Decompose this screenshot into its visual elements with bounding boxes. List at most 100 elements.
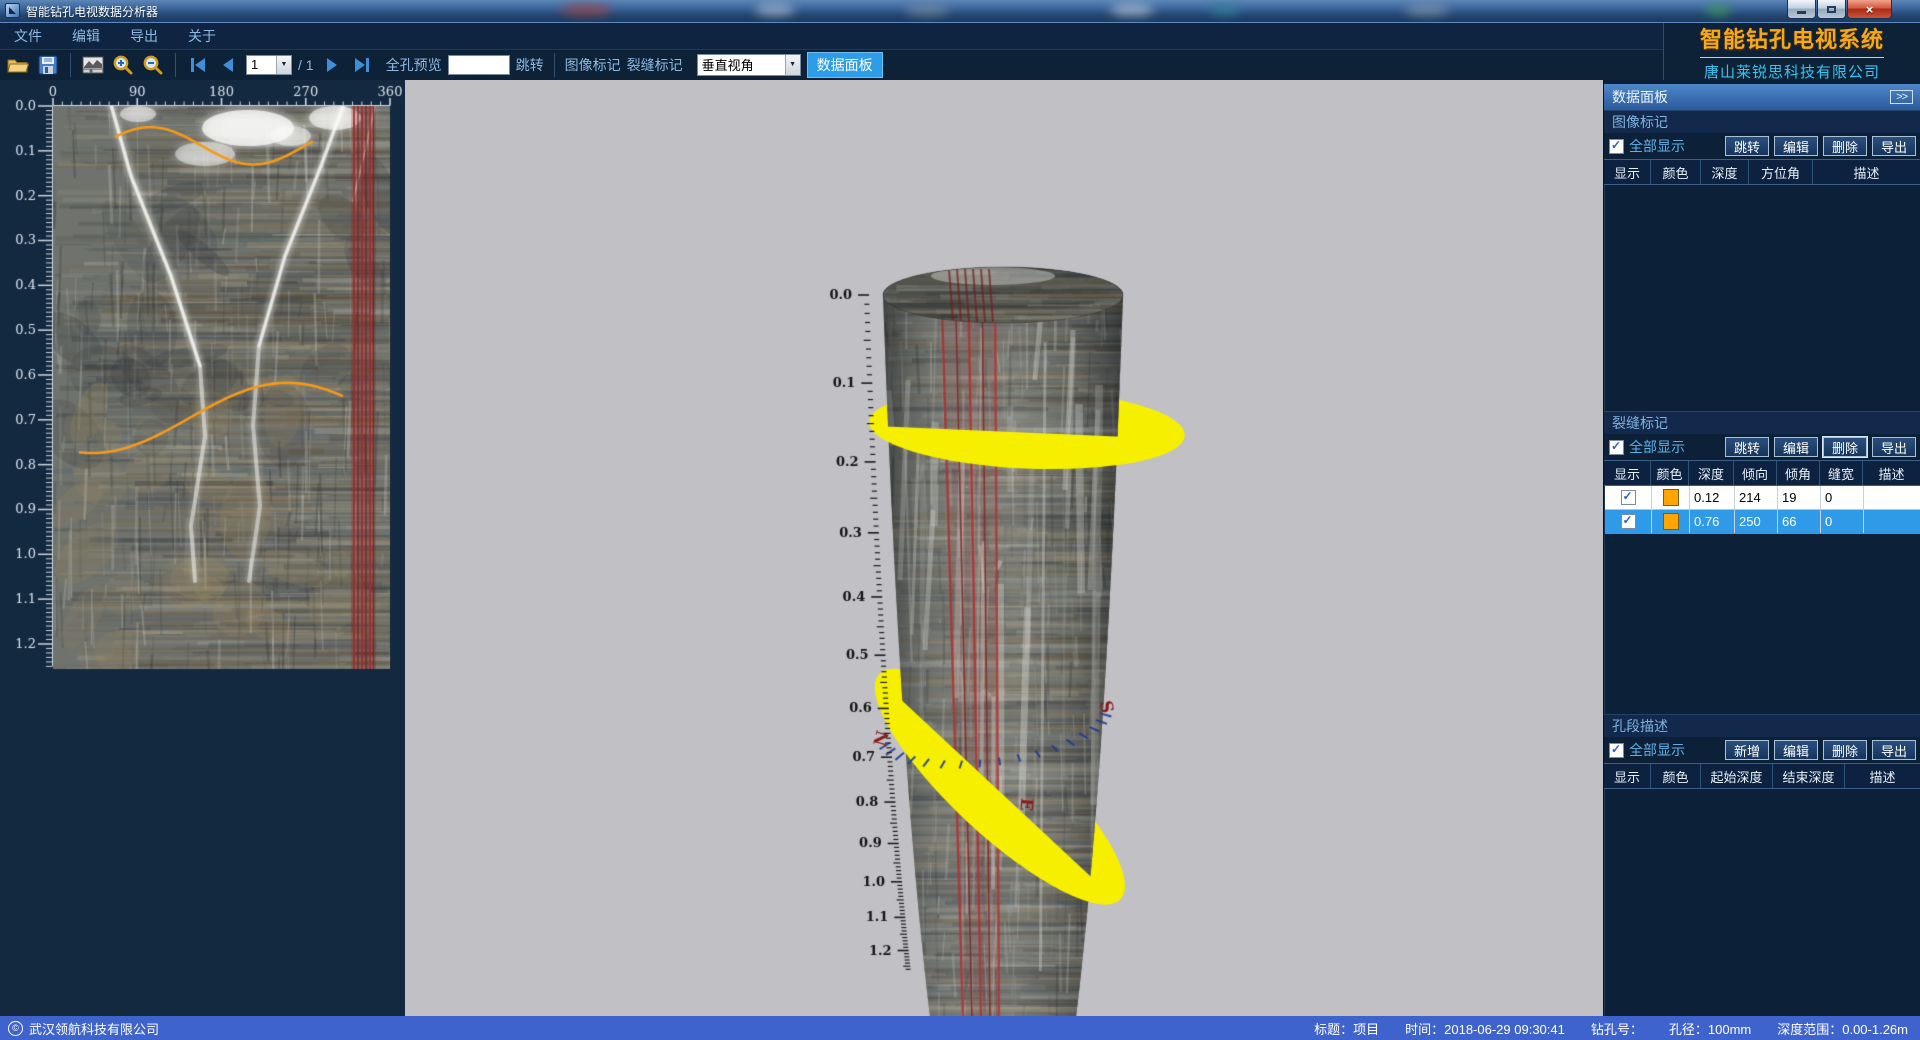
hole-sections-delete-button[interactable]: 删除 (1823, 740, 1867, 760)
page-select[interactable]: 1 ▼ (246, 55, 292, 75)
column-header: 描述 (1845, 764, 1920, 788)
open-file-button[interactable] (6, 53, 30, 77)
image-markers-show-all-checkbox[interactable] (1609, 139, 1624, 154)
toolbar-separator (70, 53, 71, 77)
menu-export[interactable]: 导出 (130, 26, 158, 46)
table-row[interactable]: 0.12214190 (1605, 486, 1920, 510)
menubar: 文件 编辑 导出 关于 (0, 23, 1663, 50)
viewer-3d-panel (405, 80, 1603, 1016)
save-button[interactable] (36, 53, 60, 77)
borehole-unrolled-view[interactable] (0, 80, 405, 1017)
column-header: 方位角 (1749, 160, 1813, 184)
image-markers-edit-button[interactable]: 编辑 (1774, 136, 1818, 156)
fracture-markers-export-button[interactable]: 导出 (1872, 437, 1916, 457)
first-page-button[interactable] (186, 53, 210, 77)
row-color-swatch[interactable] (1663, 513, 1679, 530)
toolbar-separator (175, 53, 176, 77)
hole-sections-controls: 全部显示 新增 编辑 删除 导出 (1604, 737, 1920, 763)
statusbar-depth-range: 深度范围：0.00-1.26m (1777, 1019, 1908, 1038)
column-header: 描述 (1813, 160, 1920, 184)
image-marker-button[interactable]: 图像标记 (565, 55, 621, 75)
image-markers-export-button[interactable]: 导出 (1872, 136, 1916, 156)
column-header: 显示 (1604, 461, 1651, 485)
menu-edit[interactable]: 编辑 (72, 26, 100, 46)
prev-page-button[interactable] (216, 53, 240, 77)
titlebar-glass-blob (1210, 4, 1240, 16)
table-cell: 214 (1735, 486, 1778, 509)
table-row[interactable]: 0.76250660 (1605, 510, 1920, 534)
column-header: 颜色 (1651, 160, 1701, 184)
app-icon (5, 3, 20, 18)
hole-sections-table-header: 显示 颜色 起始深度 结束深度 描述 (1604, 763, 1920, 789)
data-panel-header[interactable]: 数据面板 >> (1604, 84, 1920, 110)
statusbar: © 武汉领航科技有限公司 标题：项目 时间：2018-06-29 09:30:4… (0, 1016, 1920, 1040)
fracture-marker-button[interactable]: 裂缝标记 (627, 55, 683, 75)
row-show-checkbox[interactable] (1621, 490, 1636, 505)
row-show-checkbox[interactable] (1621, 514, 1636, 529)
page-total-label: / 1 (298, 57, 314, 73)
titlebar-glass-blob (1405, 4, 1449, 16)
titlebar-glass-blob (755, 4, 795, 16)
fracture-markers-controls: 全部显示 跳转 编辑 删除 导出 (1604, 434, 1920, 460)
table-cell: 0 (1821, 486, 1864, 509)
collapse-panel-button[interactable]: >> (1890, 90, 1913, 104)
image-markers-controls: 全部显示 跳转 编辑 删除 导出 (1604, 133, 1920, 159)
image-markers-jump-button[interactable]: 跳转 (1725, 136, 1769, 156)
hole-sections-show-all-checkbox[interactable] (1609, 743, 1624, 758)
brand-block: 智能钻孔电视系统 唐山莱锐思科技有限公司 (1664, 23, 1920, 80)
close-button[interactable]: × (1847, 0, 1892, 19)
table-cell: 66 (1778, 510, 1821, 533)
menu-file[interactable]: 文件 (14, 26, 42, 46)
minimize-button[interactable] (1787, 0, 1816, 19)
table-cell: 250 (1735, 510, 1778, 533)
zoom-out-button[interactable] (141, 53, 165, 77)
fracture-markers-table-header: 显示 颜色 深度 倾向 倾角 缝宽 描述 (1604, 460, 1920, 486)
fracture-markers-jump-button[interactable]: 跳转 (1725, 437, 1769, 457)
toolbar-separator (554, 53, 555, 77)
image-markers-section-title: 图像标记 (1604, 110, 1920, 133)
image-markers-delete-button[interactable]: 删除 (1823, 136, 1867, 156)
column-header: 描述 (1863, 461, 1920, 485)
statusbar-diameter: 孔径：100mm (1669, 1019, 1751, 1038)
hole-sections-export-button[interactable]: 导出 (1872, 740, 1916, 760)
column-header: 显示 (1604, 764, 1651, 788)
jump-button[interactable]: 跳转 (516, 55, 544, 75)
zoom-in-button[interactable] (111, 53, 135, 77)
last-page-icon (352, 56, 372, 74)
menu-about[interactable]: 关于 (188, 26, 216, 46)
data-panel: 数据面板 >> 图像标记 全部显示 跳转 编辑 删除 导出 显示 颜色 深度 方… (1603, 80, 1920, 1016)
hole-sections-add-button[interactable]: 新增 (1725, 740, 1769, 760)
fracture-markers-show-all-checkbox[interactable] (1609, 440, 1624, 455)
titlebar: 智能钻孔电视数据分析器 × (0, 0, 1920, 23)
next-page-button[interactable] (320, 53, 344, 77)
table-cell (1864, 510, 1920, 533)
full-preview-button[interactable]: 全孔预览 (386, 55, 442, 75)
column-header: 显示 (1604, 160, 1651, 184)
statusbar-copyright: 武汉领航科技有限公司 (29, 1019, 159, 1038)
jump-input[interactable] (448, 55, 510, 75)
fracture-markers-delete-button[interactable]: 删除 (1823, 437, 1867, 457)
column-header: 颜色 (1651, 461, 1689, 485)
hole-sections-table-body (1604, 789, 1920, 1016)
view-angle-select[interactable]: 垂直视角 ▼ (697, 54, 801, 76)
borehole-3d-view[interactable] (405, 80, 1603, 1017)
column-header: 深度 (1689, 461, 1734, 485)
table-cell: 0 (1821, 510, 1864, 533)
column-header: 深度 (1701, 160, 1749, 184)
column-header: 缝宽 (1820, 461, 1863, 485)
column-header: 结束深度 (1773, 764, 1845, 788)
hole-sections-edit-button[interactable]: 编辑 (1774, 740, 1818, 760)
table-cell: 0.76 (1690, 510, 1735, 533)
first-page-icon (188, 56, 208, 74)
maximize-button[interactable] (1817, 0, 1846, 19)
statusbar-project: 标题：项目 (1314, 1019, 1379, 1038)
fracture-markers-edit-button[interactable]: 编辑 (1774, 437, 1818, 457)
hole-sections-show-all-label: 全部显示 (1629, 740, 1720, 760)
image-adjust-button[interactable] (81, 53, 105, 77)
hole-sections-section-title: 孔段描述 (1604, 714, 1920, 737)
view-angle-value: 垂直视角 (698, 55, 785, 74)
data-panel-button[interactable]: 数据面板 (807, 52, 883, 78)
last-page-button[interactable] (350, 53, 374, 77)
chevron-down-icon: ▼ (276, 56, 291, 74)
row-color-swatch[interactable] (1663, 489, 1679, 506)
